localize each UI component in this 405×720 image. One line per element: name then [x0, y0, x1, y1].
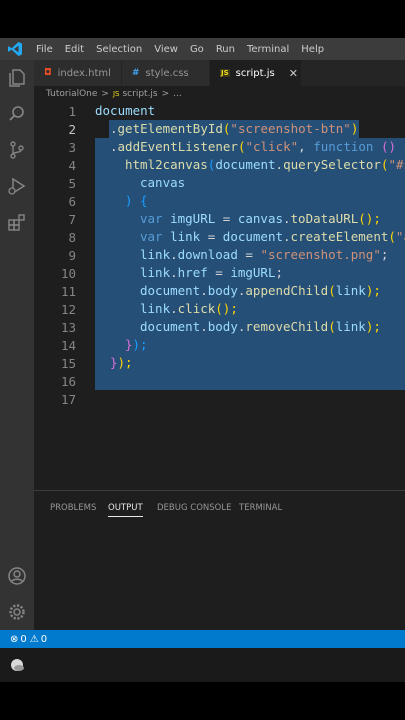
line-number: 6	[68, 194, 76, 209]
menu-terminal[interactable]: Terminal	[241, 44, 295, 55]
menu-edit[interactable]: Edit	[59, 44, 90, 55]
breadcrumb-separator: >	[161, 89, 170, 99]
tab-terminal[interactable]: TERMINAL	[239, 503, 282, 513]
error-count[interactable]: 0	[20, 634, 26, 645]
line-number: 10	[60, 266, 76, 281]
css-icon: #	[132, 68, 140, 78]
code-line: ) {	[125, 193, 148, 208]
line-number: 5	[68, 176, 76, 191]
code-editor[interactable]: 1 2 3 4 5 6 7 8 9 10 11 12 13 14 15 16 1…	[34, 102, 405, 490]
warning-icon[interactable]: ⚠	[30, 634, 39, 645]
line-number: 7	[68, 212, 76, 227]
status-bar: ⊗ 0 ⚠ 0	[0, 630, 405, 648]
line-number: 13	[60, 320, 76, 335]
menu-selection[interactable]: Selection	[90, 44, 148, 55]
tab-style-css[interactable]: # style.css	[122, 60, 210, 86]
tab-output[interactable]: OUTPUT	[108, 503, 143, 517]
close-icon[interactable]: ✕	[289, 67, 298, 80]
tab-label: style.css	[145, 67, 189, 79]
menu-go[interactable]: Go	[184, 44, 210, 55]
search-icon[interactable]	[7, 104, 27, 124]
code-line: document	[95, 103, 156, 118]
tab-label: index.html	[57, 67, 111, 79]
code-line: });	[110, 355, 133, 370]
line-number: 4	[68, 158, 76, 173]
menu-view[interactable]: View	[148, 44, 184, 55]
line-number: 14	[60, 338, 76, 353]
tab-script-js[interactable]: JS script.js ✕	[210, 60, 302, 86]
gear-icon[interactable]	[7, 602, 27, 622]
code-line: .addEventListener("click", function () {	[110, 139, 405, 154]
line-number: 2	[68, 122, 76, 137]
js-icon: JS	[220, 69, 230, 77]
line-number: 12	[60, 302, 76, 317]
breadcrumb-file[interactable]: script.js	[122, 89, 157, 99]
line-number: 3	[68, 140, 76, 155]
tab-index-html[interactable]: ◘ index.html	[34, 60, 122, 86]
js-icon: JS	[112, 90, 120, 98]
explorer-icon[interactable]	[7, 68, 27, 88]
activity-bar	[0, 60, 34, 630]
html5-icon: ◘	[44, 68, 52, 78]
menu-bar: File Edit Selection View Go Run Terminal…	[0, 38, 405, 60]
breadcrumb-separator: >	[101, 89, 109, 99]
tab-label: script.js	[235, 67, 275, 79]
line-number: 15	[60, 356, 76, 371]
extensions-icon[interactable]	[7, 212, 27, 232]
code-line: var imgURL = canvas.toDataURL();	[140, 211, 381, 226]
code-line: html2canvas(document.querySelector("#s	[125, 157, 405, 172]
bottom-panel: PROBLEMS OUTPUT DEBUG CONSOLE TERMINAL	[34, 490, 405, 631]
code-line: link.click();	[140, 301, 238, 316]
editor-tabs: ◘ index.html # style.css JS script.js ✕	[34, 60, 405, 86]
menu-help[interactable]: Help	[295, 44, 330, 55]
code-line: link.href = imgURL;	[140, 265, 284, 280]
vscode-logo-icon	[0, 38, 30, 60]
os-taskbar	[0, 648, 405, 682]
line-number: 8	[68, 230, 76, 245]
tab-debug-console[interactable]: DEBUG CONSOLE	[157, 503, 231, 513]
line-number: 11	[60, 284, 76, 299]
code-line: canvas	[140, 175, 186, 190]
error-icon[interactable]: ⊗	[10, 634, 18, 645]
code-line: document.body.appendChild(link);	[140, 283, 381, 298]
menu-file[interactable]: File	[30, 44, 59, 55]
warning-count[interactable]: 0	[41, 634, 47, 645]
source-control-icon[interactable]	[7, 140, 27, 160]
code-line: document.body.removeChild(link);	[140, 319, 381, 334]
code-line: link.download = "screenshot.png";	[140, 247, 389, 262]
line-number: 9	[68, 248, 76, 263]
breadcrumb-folder[interactable]: TutorialOne	[46, 89, 97, 99]
run-debug-icon[interactable]	[7, 176, 27, 196]
line-number: 17	[60, 392, 76, 407]
breadcrumb: TutorialOne > JS script.js > ...	[34, 86, 405, 102]
code-line: var link = document.createElement("a	[140, 229, 405, 244]
breadcrumb-more[interactable]: ...	[173, 89, 182, 99]
line-number: 16	[60, 374, 76, 389]
tab-problems[interactable]: PROBLEMS	[50, 503, 96, 513]
account-icon[interactable]	[7, 566, 27, 586]
weather-icon[interactable]	[9, 657, 25, 673]
line-number: 1	[68, 104, 76, 119]
code-line: });	[125, 337, 148, 352]
code-line: .getElementById("screenshot-btn")	[110, 121, 359, 136]
menu-run[interactable]: Run	[210, 44, 241, 55]
